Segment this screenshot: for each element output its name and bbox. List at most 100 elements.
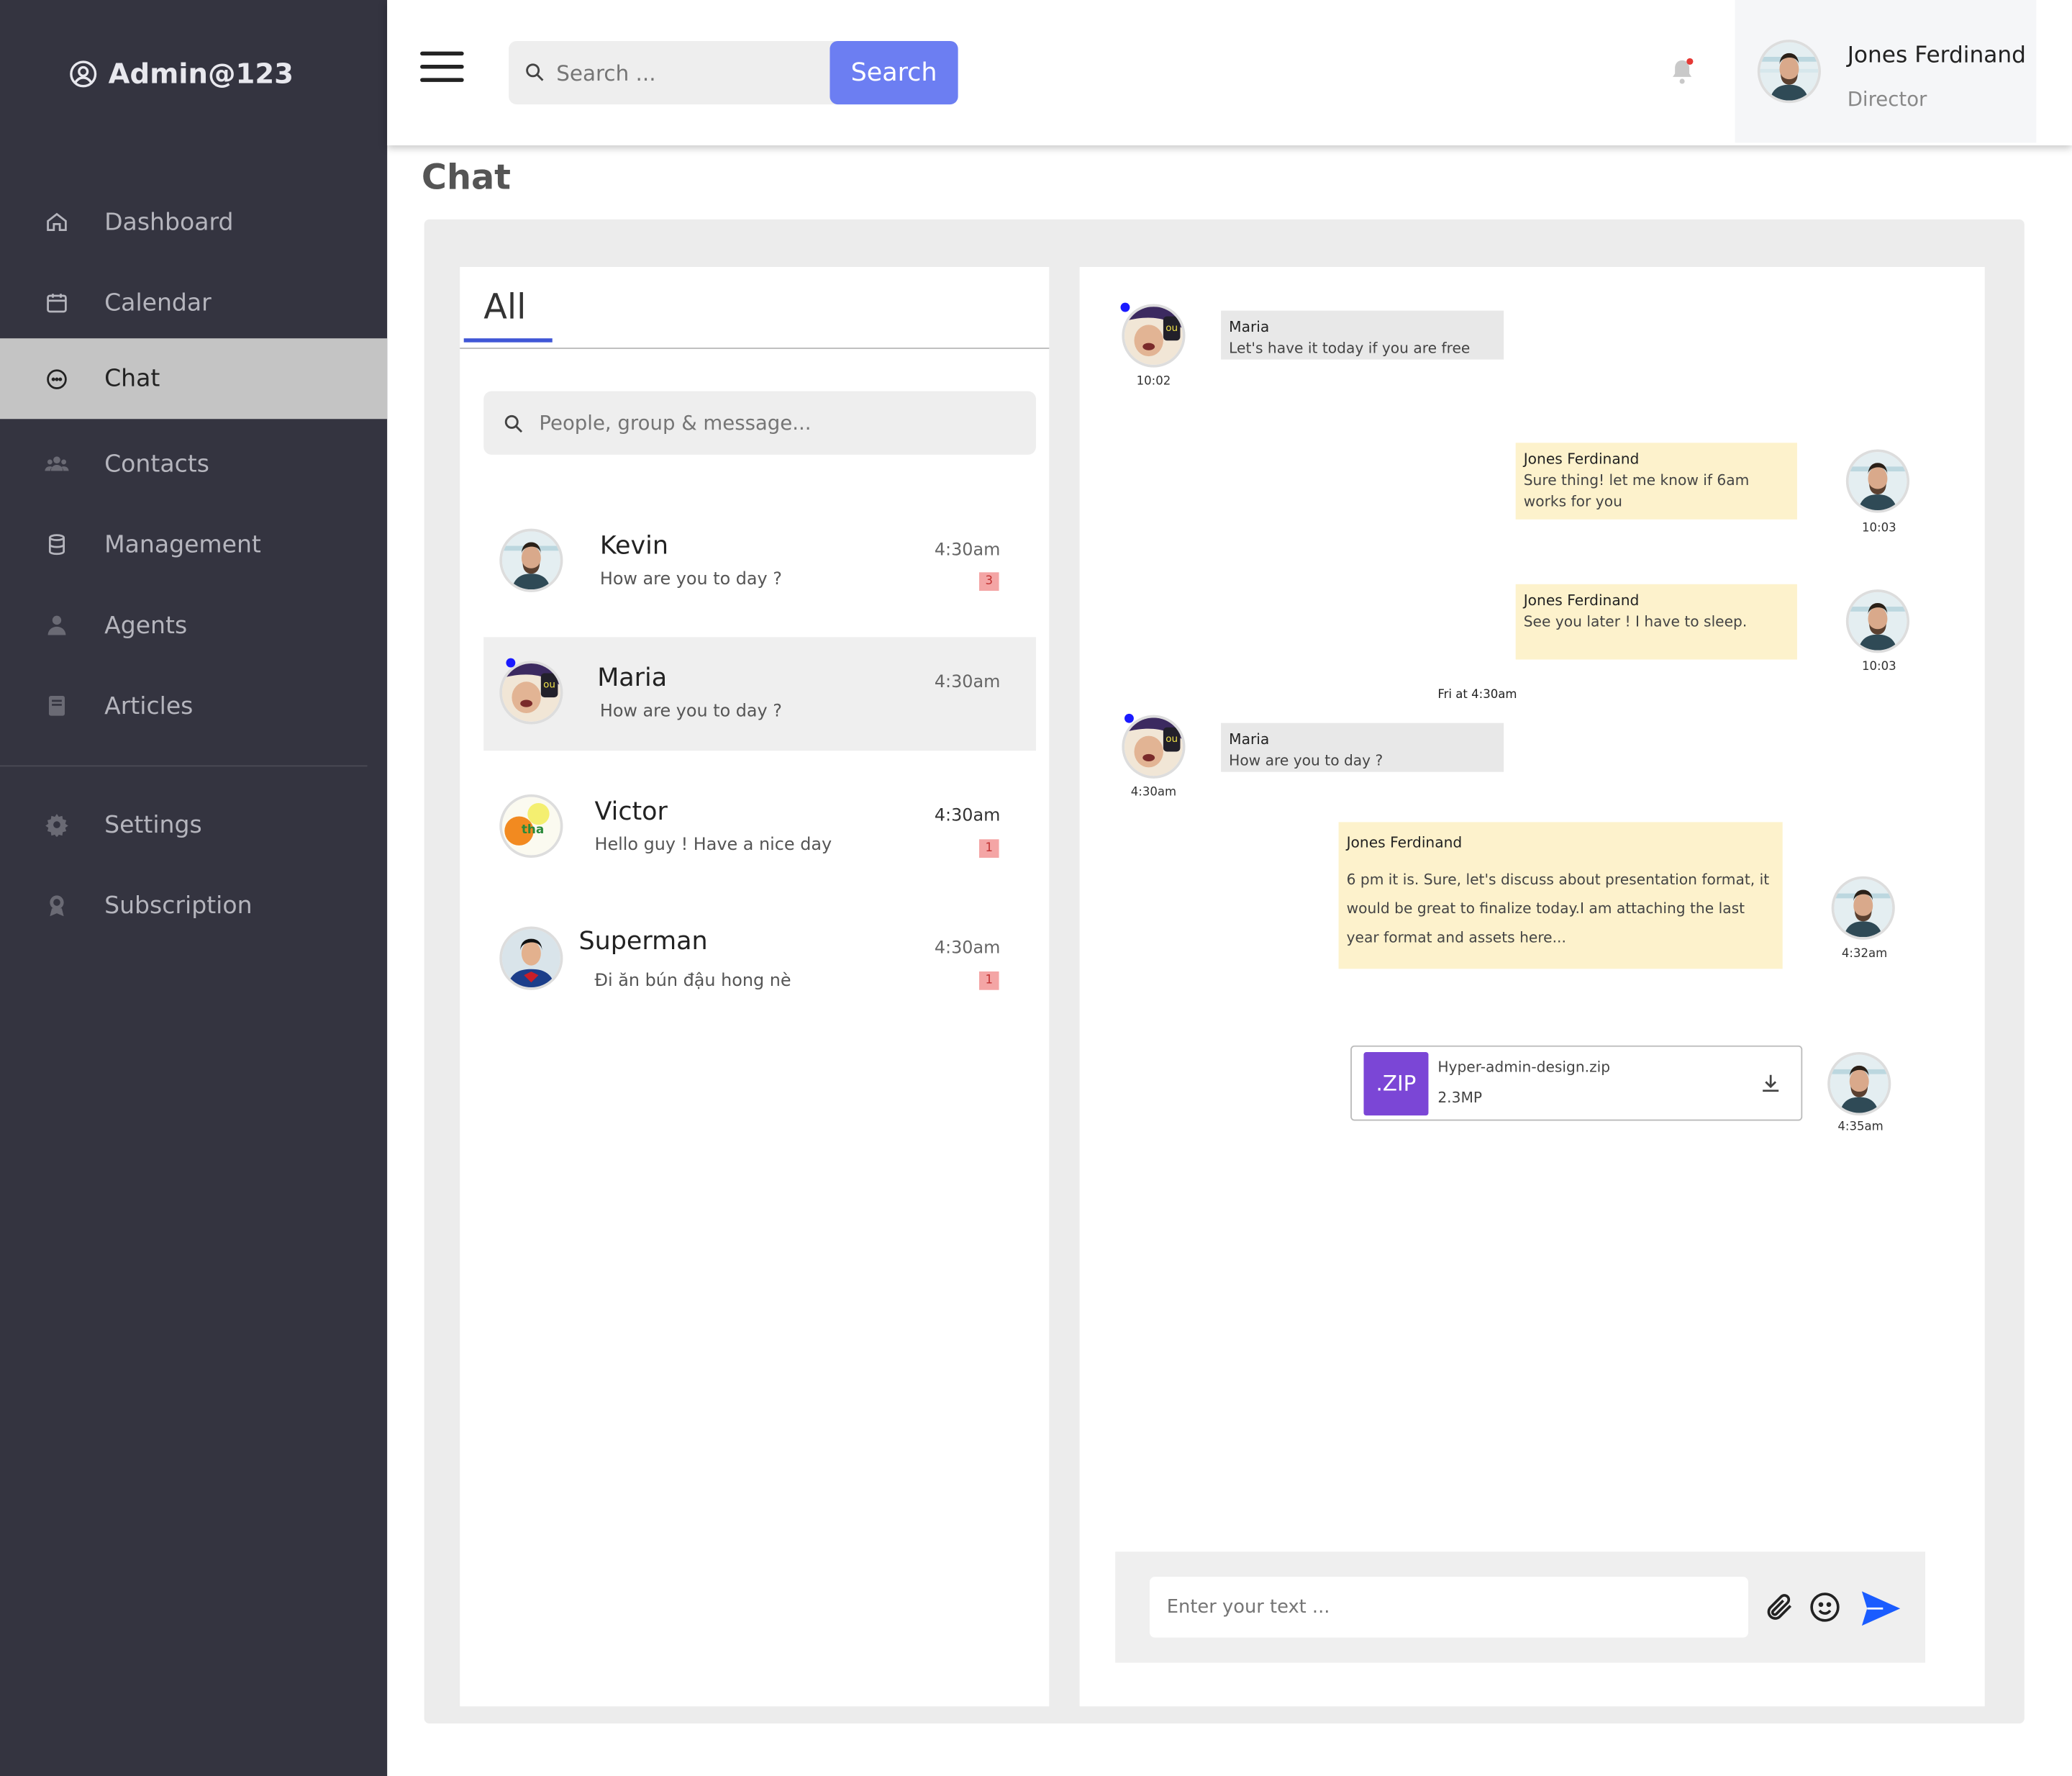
- conversation-search: [483, 391, 1036, 455]
- sidebar-item-label: Settings: [104, 810, 202, 839]
- conversation-item-victor[interactable]: tha Victor Hello guy ! Have a nice day 4…: [483, 771, 1036, 884]
- brand[interactable]: Admin@123: [69, 58, 294, 90]
- tab-all[interactable]: All: [483, 288, 526, 327]
- book-icon: [48, 696, 65, 716]
- user-profile[interactable]: Jones Ferdinand Director: [1735, 0, 2037, 143]
- message-text: How are you to day ?: [1229, 752, 1383, 769]
- search-icon: [526, 63, 544, 81]
- conversation-list: All Kevin How are you to day ? 4:30am 3 …: [460, 267, 1050, 1707]
- avatar: ou: [499, 661, 563, 725]
- message-sender: Jones Ferdinand: [1523, 592, 1640, 610]
- sidebar-item-label: Subscription: [104, 891, 253, 920]
- unread-badge: 1: [978, 839, 999, 858]
- conversation-search-input[interactable]: [539, 391, 1015, 455]
- man-avatar-icon: [1848, 452, 1907, 510]
- send-icon[interactable]: [1859, 1589, 1901, 1628]
- sidebar-divider: [0, 765, 368, 767]
- user-role: Director: [1847, 87, 1927, 112]
- sidebar-item-agents[interactable]: Agents: [0, 586, 387, 665]
- attachment-icon[interactable]: [1764, 1591, 1796, 1623]
- conversation-preview: How are you to day ?: [599, 569, 782, 590]
- sidebar-item-chat[interactable]: Chat: [0, 338, 388, 420]
- chat-icon: [47, 368, 67, 389]
- calendar-icon: [47, 294, 67, 313]
- search-button[interactable]: Search: [830, 40, 958, 105]
- search-input[interactable]: [556, 40, 821, 105]
- user-name: Jones Ferdinand: [1847, 42, 2027, 69]
- message-bubble-outgoing: Jones Ferdinand Sure thing! let me know …: [1515, 443, 1797, 520]
- conversation-time: 4:30am: [934, 806, 1001, 826]
- user-circle-icon: [70, 60, 97, 88]
- woman-avatar-icon: ou: [1124, 307, 1183, 365]
- top-search: Search: [509, 40, 958, 105]
- sidebar-item-management[interactable]: Management: [0, 505, 387, 584]
- conversation-time: 4:30am: [934, 540, 1001, 561]
- sidebar-item-subscription[interactable]: Subscription: [0, 866, 387, 945]
- message-sender: Jones Ferdinand: [1523, 450, 1640, 468]
- avatar: [1827, 1052, 1891, 1116]
- message-text: 6 pm it is. Sure, let's discuss about pr…: [1346, 871, 1770, 947]
- sidebar-item-dashboard[interactable]: Dashboard: [0, 182, 387, 261]
- sidebar-item-articles[interactable]: Articles: [0, 666, 387, 746]
- download-icon[interactable]: [1759, 1072, 1783, 1096]
- avatar: ou: [1122, 304, 1186, 368]
- conversation-item-superman[interactable]: Superman Đi ăn bún đậu hong nè 4:30am 1: [483, 902, 1036, 1016]
- sidebar-item-label: Contacts: [104, 450, 209, 478]
- file-attachment[interactable]: .ZIP Hyper-admin-design.zip 2.3MP: [1350, 1045, 1803, 1121]
- sidebar-item-label: Chat: [104, 364, 160, 393]
- users-icon: [45, 456, 69, 471]
- conversation-name: Maria: [597, 663, 668, 693]
- emoji-icon[interactable]: [1809, 1591, 1840, 1623]
- avatar: [1845, 589, 1910, 653]
- svg-text:tha: tha: [522, 822, 544, 836]
- svg-text:ou: ou: [1166, 734, 1178, 745]
- message-time: 4:30am: [1130, 786, 1177, 800]
- message-time: 10:03: [1861, 522, 1896, 535]
- topbar: Search Jones Ferdinand Director: [387, 0, 2072, 146]
- brand-label: Admin@123: [108, 58, 294, 90]
- home-icon: [47, 212, 67, 231]
- sidebar-item-label: Calendar: [104, 289, 212, 317]
- page-title: Chat: [421, 158, 512, 199]
- avatar: [1845, 449, 1910, 513]
- sidebar-item-settings[interactable]: Settings: [0, 785, 387, 864]
- sidebar-item-calendar[interactable]: Calendar: [0, 263, 387, 343]
- tab-divider: [460, 348, 1050, 349]
- avatar: [1757, 40, 1821, 104]
- sidebar-item-label: Management: [104, 530, 261, 559]
- man-avatar-icon: [1834, 879, 1893, 938]
- online-dot: [1120, 302, 1130, 312]
- notification-bell-icon[interactable]: [1669, 57, 1696, 86]
- message-time: 4:32am: [1841, 947, 1888, 961]
- menu-toggle-icon[interactable]: [420, 51, 464, 83]
- message-bubble-incoming: Maria How are you to day ?: [1221, 722, 1504, 772]
- message-text: Sure thing! let me know if 6am works for…: [1523, 471, 1750, 510]
- file-size: 2.3MP: [1437, 1089, 1483, 1107]
- message-input[interactable]: [1149, 1577, 1748, 1638]
- message-composer: [1115, 1551, 1926, 1663]
- message-bubble-outgoing: Jones Ferdinand 6 pm it is. Sure, let's …: [1338, 822, 1783, 969]
- unread-badge: 1: [978, 971, 999, 990]
- conversation-name: Kevin: [599, 531, 668, 561]
- search-icon: [504, 414, 523, 433]
- conversation-preview: How are you to day ?: [599, 702, 782, 722]
- tab-underline: [463, 338, 553, 343]
- message-sender: Jones Ferdinand: [1346, 833, 1463, 851]
- sidebar: Admin@123 Dashboard Calendar Chat Contac…: [0, 0, 388, 1776]
- conversation-item-kevin[interactable]: Kevin How are you to day ? 4:30am 3: [483, 505, 1036, 619]
- logo-avatar-icon: tha: [501, 797, 560, 856]
- woman-avatar-icon: ou: [1124, 717, 1183, 776]
- file-name: Hyper-admin-design.zip: [1437, 1059, 1611, 1077]
- gear-icon: [45, 813, 68, 837]
- file-type-badge: .ZIP: [1363, 1052, 1429, 1116]
- online-dot: [1124, 713, 1134, 723]
- message-time: 10:02: [1136, 375, 1171, 389]
- svg-text:ou: ou: [543, 680, 555, 691]
- svg-text:ou: ou: [1166, 323, 1178, 334]
- avatar: tha: [499, 794, 563, 858]
- conversation-item-maria[interactable]: ou Maria How are you to day ? 4:30am: [483, 637, 1036, 751]
- man-avatar-icon: [1830, 1054, 1889, 1113]
- message-text: Let's have it today if you are free: [1229, 340, 1471, 357]
- sidebar-item-contacts[interactable]: Contacts: [0, 425, 387, 504]
- unread-badge: 3: [978, 572, 999, 592]
